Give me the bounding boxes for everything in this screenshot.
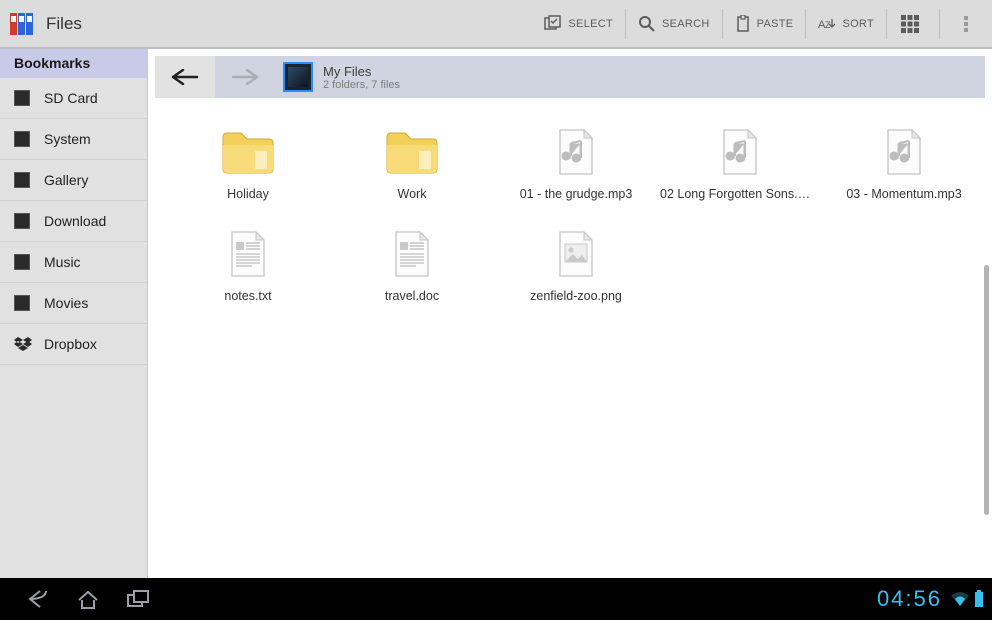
sidebar-item-music[interactable]: Music [0, 242, 147, 283]
sidebar-item-movies[interactable]: Movies [0, 283, 147, 324]
bookmark-icon [14, 131, 30, 147]
sort-icon: a z [818, 17, 836, 31]
system-clock: 04:56 [877, 586, 942, 612]
audio-file-icon [884, 128, 924, 176]
select-button[interactable]: SELECT [532, 0, 625, 48]
nav-back-button[interactable] [155, 56, 215, 98]
sidebar-item-download[interactable]: Download [0, 201, 147, 242]
folder-icon [221, 129, 275, 175]
system-nav-bar: 04:56 [0, 578, 992, 620]
sidebar: Bookmarks SD CardSystemGalleryDownloadMu… [0, 49, 148, 578]
file-item[interactable]: 02 Long Forgotten Sons.mp3 [658, 123, 822, 201]
view-grid-button[interactable] [887, 0, 939, 48]
bookmark-icon [14, 172, 30, 188]
search-icon [638, 15, 656, 33]
file-label: Holiday [166, 187, 330, 201]
location-subtitle: 2 folders, 7 files [323, 79, 400, 91]
app-icon [6, 7, 40, 41]
nav-forward-button[interactable] [215, 56, 275, 98]
file-label: 02 Long Forgotten Sons.mp3 [658, 187, 822, 201]
body: Bookmarks SD CardSystemGalleryDownloadMu… [0, 49, 992, 578]
nav-back-sys-icon[interactable] [26, 588, 50, 610]
bookmark-icon [14, 295, 30, 311]
bookmark-icon [14, 254, 30, 270]
path-location[interactable]: My Files 2 folders, 7 files [275, 56, 408, 98]
search-button[interactable]: SEARCH [626, 0, 722, 48]
action-bar: Files SELECT SEARCH PASTE a z SORT [0, 0, 992, 49]
sort-button[interactable]: a z SORT [806, 0, 886, 48]
overflow-menu-button[interactable] [940, 0, 992, 48]
file-label: Work [330, 187, 494, 201]
image-file-icon [556, 230, 596, 278]
location-thumb-icon [283, 62, 313, 92]
location-title: My Files [323, 64, 400, 79]
file-label: 01 - the grudge.mp3 [494, 187, 658, 201]
arrow-left-icon [171, 69, 199, 85]
sidebar-item-sd-card[interactable]: SD Card [0, 78, 147, 119]
audio-file-icon [556, 128, 596, 176]
arrow-right-icon [231, 69, 259, 85]
dropbox-icon [14, 335, 32, 353]
file-label: travel.doc [330, 289, 494, 303]
file-item[interactable]: travel.doc [330, 225, 494, 303]
file-item[interactable]: 01 - the grudge.mp3 [494, 123, 658, 201]
folder-icon [385, 129, 439, 175]
path-bar: My Files 2 folders, 7 files [155, 56, 985, 98]
select-icon [544, 15, 562, 33]
nav-recents-sys-icon[interactable] [126, 588, 152, 610]
scrollbar[interactable] [984, 265, 989, 515]
text-file-icon [228, 230, 268, 278]
audio-file-icon [720, 128, 760, 176]
file-grid: HolidayWork01 - the grudge.mp302 Long Fo… [148, 105, 992, 578]
app-title: Files [46, 14, 82, 34]
sidebar-item-system[interactable]: System [0, 119, 147, 160]
wifi-status-icon [950, 591, 970, 607]
file-item[interactable]: 03 - Momentum.mp3 [822, 123, 986, 201]
overflow-icon [956, 14, 976, 34]
battery-status-icon [974, 590, 984, 608]
file-label: 03 - Momentum.mp3 [822, 187, 986, 201]
main-pane: My Files 2 folders, 7 files HolidayWork0… [148, 49, 992, 578]
file-item[interactable]: Holiday [166, 123, 330, 201]
nav-home-sys-icon[interactable] [76, 588, 100, 610]
sidebar-section-header: Bookmarks [0, 49, 147, 78]
paste-button[interactable]: PASTE [723, 0, 806, 48]
file-item[interactable]: notes.txt [166, 225, 330, 303]
paste-icon [735, 15, 751, 33]
file-label: zenfield-zoo.png [494, 289, 658, 303]
text-file-icon [392, 230, 432, 278]
bookmark-icon [14, 90, 30, 106]
file-label: notes.txt [166, 289, 330, 303]
bookmark-icon [14, 213, 30, 229]
file-item[interactable]: Work [330, 123, 494, 201]
sidebar-item-dropbox[interactable]: Dropbox [0, 324, 147, 365]
file-item[interactable]: zenfield-zoo.png [494, 225, 658, 303]
sidebar-item-gallery[interactable]: Gallery [0, 160, 147, 201]
grid-view-icon [901, 15, 919, 33]
